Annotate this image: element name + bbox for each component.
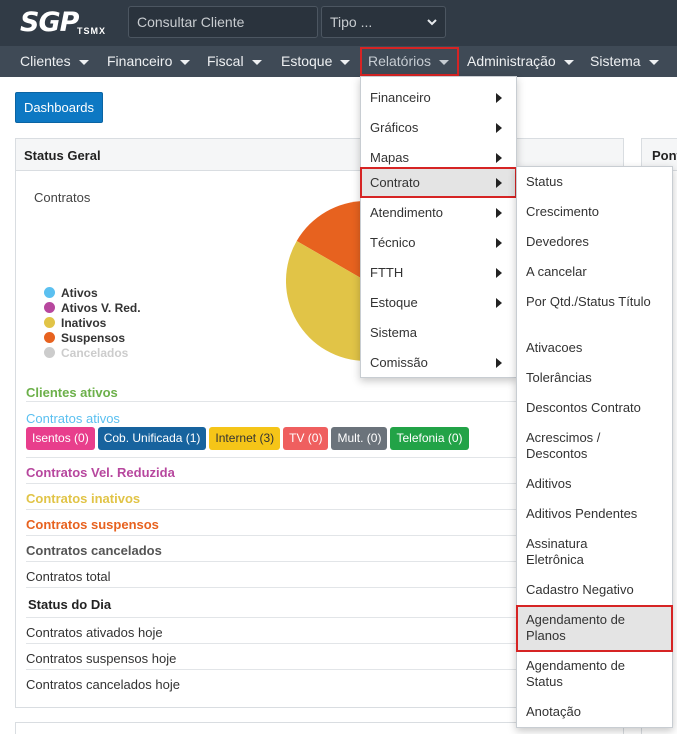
highlight-agendamento-de-planos	[516, 605, 673, 652]
submenu-item-descontos-contrato[interactable]: Descontos Contrato	[517, 400, 672, 416]
caret-right-icon	[496, 268, 502, 278]
badge-mult[interactable]: Mult. (0)	[331, 427, 388, 450]
caret-down-icon	[251, 59, 262, 65]
legend-dot	[44, 302, 55, 313]
nav-administracao[interactable]: Administração	[467, 46, 574, 77]
caret-down-icon	[78, 59, 89, 65]
legend-inativos[interactable]: Inativos	[44, 316, 141, 331]
nav-label: Sistema	[590, 53, 641, 69]
submenu-item-anotacao[interactable]: Anotação	[517, 704, 672, 720]
nav-clientes[interactable]: Clientes	[20, 46, 89, 77]
tipo-select[interactable]: Tipo ...	[321, 6, 446, 38]
main-nav: Clientes Financeiro Fiscal Estoque Relat…	[0, 46, 677, 77]
menu-item-sistema[interactable]: Sistema	[361, 318, 516, 348]
legend-cancelados[interactable]: Cancelados	[44, 346, 141, 361]
badge-tv[interactable]: TV (0)	[283, 427, 329, 450]
menu-item-label: Financeiro	[370, 90, 431, 105]
search-client-input[interactable]	[128, 6, 318, 38]
caret-right-icon	[496, 123, 502, 133]
menu-item-financeiro[interactable]: Financeiro	[361, 83, 516, 113]
menu-item-label: FTTH	[370, 265, 404, 280]
menu-item-ftth[interactable]: FTTH	[361, 258, 516, 288]
caret-down-icon	[340, 59, 351, 65]
top-bar: SGP TSMX Tipo ...	[0, 0, 677, 46]
caret-right-icon	[496, 238, 502, 248]
menu-item-label: Comissão	[370, 355, 428, 370]
legend-label: Suspensos	[61, 331, 126, 345]
menu-item-atendimento[interactable]: Atendimento	[361, 198, 516, 228]
tipo-select-label: Tipo ...	[330, 14, 373, 30]
submenu-item-a-cancelar[interactable]: A cancelar	[517, 264, 672, 280]
nav-fiscal[interactable]: Fiscal	[207, 46, 262, 77]
legend-dot	[44, 287, 55, 298]
legend-label: Cancelados	[61, 346, 129, 360]
caret-down-icon	[180, 59, 191, 65]
nav-financeiro[interactable]: Financeiro	[107, 46, 191, 77]
menu-item-estoque[interactable]: Estoque	[361, 288, 516, 318]
submenu-item-aditivos-pendentes[interactable]: Aditivos Pendentes	[517, 506, 672, 522]
badge-cob-unificada[interactable]: Cob. Unificada (1)	[97, 427, 207, 450]
chart-title: Contratos	[34, 190, 91, 205]
badge-telefonia[interactable]: Telefonia (0)	[390, 427, 469, 450]
caret-right-icon	[496, 298, 502, 308]
submenu-item-cadastro-negativo[interactable]: Cadastro Negativo	[517, 582, 672, 598]
badge-isentos[interactable]: Isentos (0)	[26, 427, 95, 450]
legend-ativos[interactable]: Ativos	[44, 286, 141, 301]
submenu-item-ativacoes[interactable]: Ativacoes	[517, 340, 672, 356]
menu-item-label: Gráficos	[370, 120, 419, 135]
logo-text: SGP	[20, 7, 79, 38]
submenu-item-tolerancias[interactable]: Tolerâncias	[517, 370, 672, 386]
submenu-item-assinatura-eletronica[interactable]: Assinatura Eletrônica	[517, 536, 617, 568]
nav-label: Fiscal	[207, 53, 244, 69]
badge-internet[interactable]: Internet (3)	[209, 427, 281, 450]
contract-type-badges: Isentos (0) Cob. Unificada (1) Internet (3…	[26, 427, 472, 450]
panel-title: Status Geral	[24, 148, 101, 163]
submenu-item-por-qtd-status-titulo[interactable]: Por Qtd./Status Título	[517, 294, 657, 310]
chart-legend: Ativos Ativos V. Red. Inativos Suspensos…	[44, 286, 141, 361]
legend-label: Inativos	[61, 316, 107, 330]
legend-dot	[44, 317, 55, 328]
submenu-item-crescimento[interactable]: Crescimento	[517, 204, 672, 220]
submenu-item-acrescimos-descontos[interactable]: Acrescimos / Descontos	[517, 430, 627, 462]
legend-dot	[44, 332, 55, 343]
menu-item-label: Técnico	[370, 235, 416, 250]
caret-right-icon	[496, 358, 502, 368]
relatorios-menu: Financeiro Gráficos Mapas Contrato Atend…	[360, 76, 517, 378]
legend-dot	[44, 347, 55, 358]
caret-down-icon	[563, 59, 574, 65]
nav-label: Estoque	[281, 53, 333, 69]
nav-sistema[interactable]: Sistema	[590, 46, 659, 77]
legend-label: Ativos	[61, 286, 98, 300]
logo-subtext: TSMX	[77, 26, 107, 36]
menu-item-graficos[interactable]: Gráficos	[361, 113, 516, 143]
nav-label: Financeiro	[107, 53, 173, 69]
menu-item-label: Sistema	[370, 325, 417, 340]
menu-item-label: Estoque	[370, 295, 418, 310]
legend-ativos-v-red[interactable]: Ativos V. Red.	[44, 301, 141, 316]
submenu-item-devedores[interactable]: Devedores	[517, 234, 672, 250]
menu-item-label: Mapas	[370, 150, 410, 165]
right-panel-title: Pont	[652, 148, 677, 163]
menu-item-label: Atendimento	[370, 205, 443, 220]
highlight-relatorios	[360, 47, 459, 76]
highlight-contrato	[360, 167, 517, 198]
submenu-item-aditivos[interactable]: Aditivos	[517, 476, 672, 492]
nav-label: Administração	[467, 53, 556, 69]
menu-item-comissao[interactable]: Comissão	[361, 348, 516, 378]
chevron-down-icon	[427, 19, 437, 26]
caret-right-icon	[496, 93, 502, 103]
submenu-item-status[interactable]: Status	[517, 174, 672, 190]
menu-item-tecnico[interactable]: Técnico	[361, 228, 516, 258]
caret-down-icon	[648, 59, 659, 65]
legend-label: Ativos V. Red.	[61, 301, 141, 315]
submenu-item-agendamento-de-status[interactable]: Agendamento de Status	[517, 658, 652, 690]
legend-suspensos[interactable]: Suspensos	[44, 331, 141, 346]
sgp-logo[interactable]: SGP TSMX	[20, 7, 110, 39]
nav-label: Clientes	[20, 53, 71, 69]
caret-right-icon	[496, 208, 502, 218]
nav-estoque[interactable]: Estoque	[281, 46, 351, 77]
dashboards-button[interactable]: Dashboards	[15, 92, 103, 123]
caret-right-icon	[496, 153, 502, 163]
